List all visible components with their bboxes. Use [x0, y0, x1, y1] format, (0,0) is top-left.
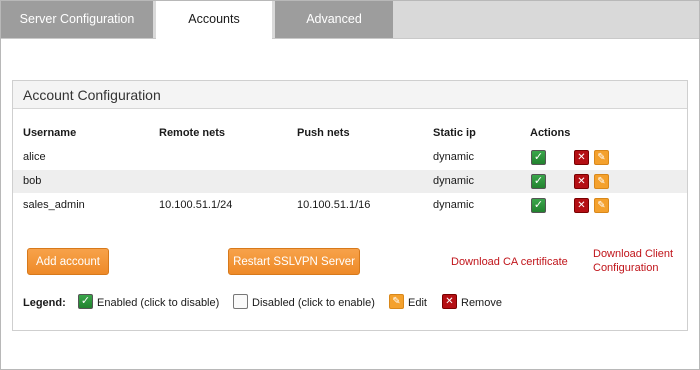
download-client-configuration-link[interactable]: Download Client Configuration — [593, 247, 673, 275]
enabled-checkbox-icon[interactable]: ✓ — [531, 198, 546, 213]
table-row: alice dynamic ✓ ✕ ✎ — [13, 146, 687, 169]
cell-username: alice — [23, 151, 46, 163]
tab-bar: Server Configuration Accounts Advanced — [1, 1, 699, 39]
cell-username: bob — [23, 175, 42, 187]
add-account-button[interactable]: Add account — [27, 248, 109, 275]
legend-enabled-text: Enabled (click to disable) — [97, 297, 220, 309]
header-static-ip: Static ip — [433, 127, 476, 139]
legend-disabled-text: Disabled (click to enable) — [252, 297, 375, 309]
account-configuration-panel: Account Configuration Username Remote ne… — [12, 80, 688, 331]
download-client-line1: Download Client — [593, 248, 674, 260]
enabled-checkbox-icon[interactable]: ✓ — [531, 174, 546, 189]
header-username: Username — [23, 127, 77, 139]
download-client-line2: Configuration — [593, 262, 659, 274]
restart-sslvpn-server-button[interactable]: Restart SSLVPN Server — [228, 248, 360, 275]
remove-icon[interactable]: ✕ — [574, 198, 589, 213]
cell-remote-nets: 10.100.51.1/24 — [159, 199, 233, 211]
tab-accounts[interactable]: Accounts — [156, 1, 272, 39]
header-actions: Actions — [530, 127, 571, 139]
cell-static-ip: dynamic — [433, 175, 474, 187]
download-ca-certificate-link[interactable]: Download CA certificate — [451, 255, 568, 269]
header-remote-nets: Remote nets — [159, 127, 226, 139]
tab-advanced[interactable]: Advanced — [275, 1, 393, 38]
cell-push-nets: 10.100.51.1/16 — [297, 199, 371, 211]
window-frame: Server Configuration Accounts Advanced A… — [0, 0, 700, 370]
cell-static-ip: dynamic — [433, 151, 474, 163]
pencil-icon: ✎ — [389, 294, 404, 309]
table-row: sales_admin 10.100.51.1/24 10.100.51.1/1… — [13, 194, 687, 217]
remove-icon[interactable]: ✕ — [574, 150, 589, 165]
cell-static-ip: dynamic — [433, 199, 474, 211]
cell-username: sales_admin — [23, 199, 85, 211]
edit-pencil-icon[interactable]: ✎ — [594, 150, 609, 165]
remove-icon[interactable]: ✕ — [574, 174, 589, 189]
legend-label: Legend: — [23, 297, 66, 309]
checkbox-checked-icon: ✓ — [78, 294, 93, 309]
tab-server-configuration[interactable]: Server Configuration — [1, 1, 153, 38]
edit-pencil-icon[interactable]: ✎ — [594, 174, 609, 189]
edit-pencil-icon[interactable]: ✎ — [594, 198, 609, 213]
enabled-checkbox-icon[interactable]: ✓ — [531, 150, 546, 165]
panel-title: Account Configuration — [13, 81, 687, 109]
header-push-nets: Push nets — [297, 127, 350, 139]
checkbox-empty-icon — [233, 294, 248, 309]
delete-x-icon: ✕ — [442, 294, 457, 309]
legend-edit-text: Edit — [408, 297, 427, 309]
legend-remove-text: Remove — [461, 297, 502, 309]
table-row: bob dynamic ✓ ✕ ✎ — [13, 170, 687, 193]
